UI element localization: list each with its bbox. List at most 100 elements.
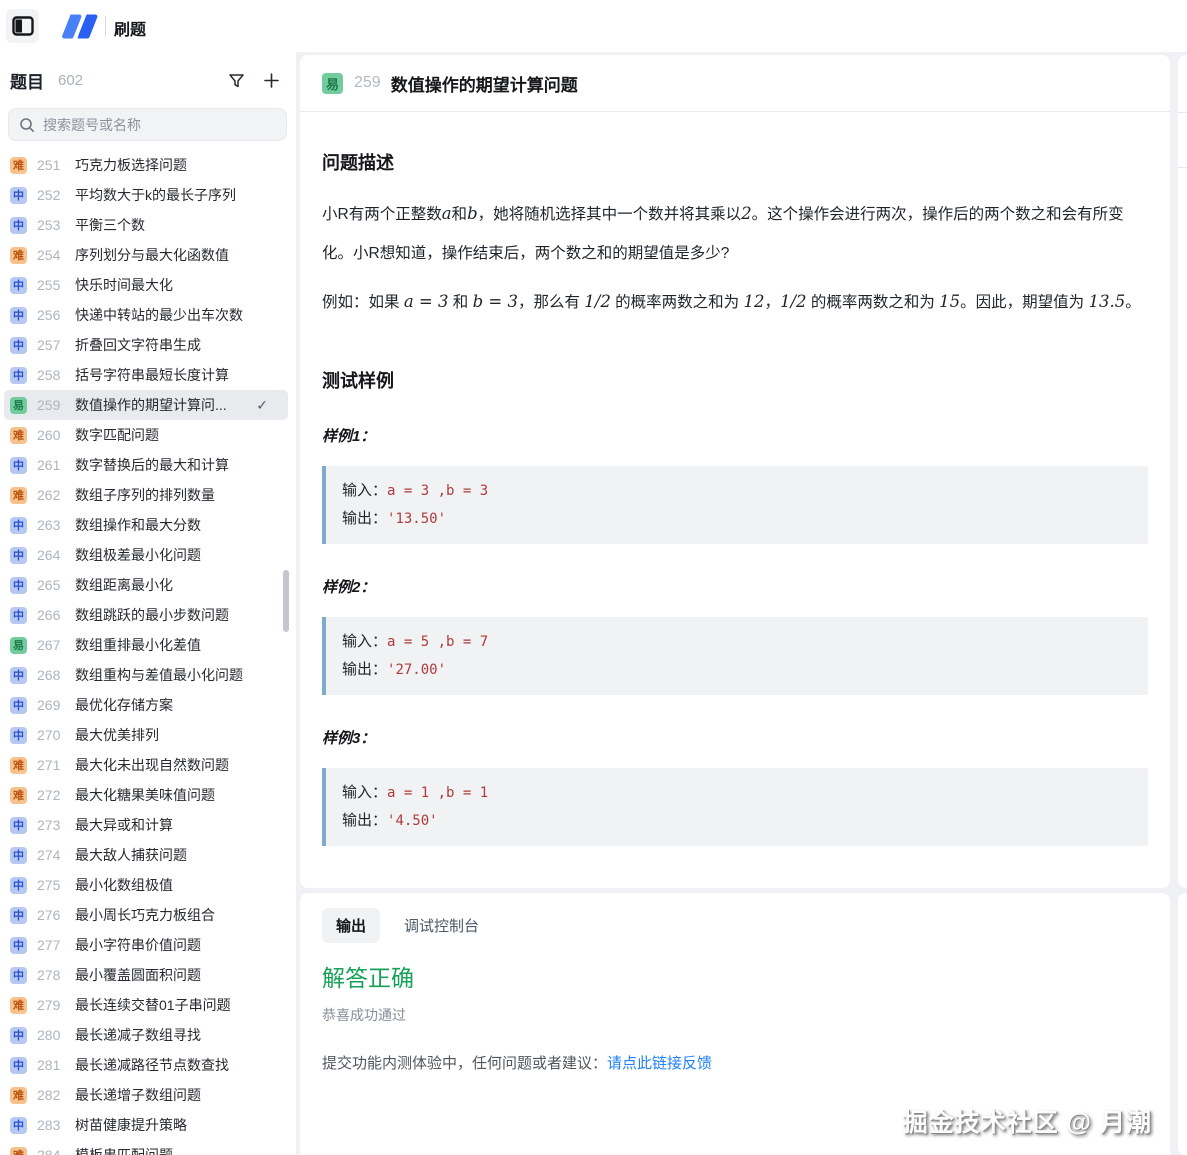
list-item[interactable]: 中264数组极差最小化问题 xyxy=(4,540,288,570)
input-label: 输入： xyxy=(342,633,387,650)
output-code: '27.00' xyxy=(387,662,446,678)
output-panel: 输出调试控制台 解答正确 恭喜成功通过 提交功能内测体验中，任何问题或者建议：请… xyxy=(300,893,1170,1155)
add-problem-button[interactable] xyxy=(259,68,284,93)
problem-title: 折叠回文字符串生成 xyxy=(75,335,201,355)
problem-title: 模板串匹配问题 xyxy=(75,1145,173,1155)
problem-title: 最长递减路径节点数查找 xyxy=(75,1055,229,1075)
input-label: 输入： xyxy=(342,482,387,499)
problem-paragraph-1: 小R有两个正整数a和b，她将随机选择其中一个数并将其乘以2。这个操作会进行两次，… xyxy=(322,194,1148,273)
problem-title: 数组重排最小化差值 xyxy=(75,635,201,655)
list-item[interactable]: 中276最小周长巧克力板组合 xyxy=(4,900,288,930)
problem-number: 262 xyxy=(37,487,67,503)
difficulty-badge: 中 xyxy=(10,1057,27,1074)
filter-button[interactable] xyxy=(224,68,249,93)
list-item[interactable]: 中269最优化存储方案 xyxy=(4,690,288,720)
list-item[interactable]: 中265数组距离最小化 xyxy=(4,570,288,600)
list-item[interactable]: 中257折叠回文字符串生成 xyxy=(4,330,288,360)
feedback-link[interactable]: 请点此链接反馈 xyxy=(607,1055,712,1072)
search-input[interactable] xyxy=(43,117,263,133)
sample-input-line: 输入：a = 1 ,b = 1 xyxy=(342,779,1132,807)
text-segment: 的概率两数之和为 xyxy=(611,294,744,311)
problem-title: 最小字符串价值问题 xyxy=(75,935,201,955)
problem-number: 279 xyxy=(37,997,67,1013)
list-item[interactable]: 中270最大优美排列 xyxy=(4,720,288,750)
list-item[interactable]: 中283树苗健康提升策略 xyxy=(4,1110,288,1140)
list-item[interactable]: 中256快递中转站的最少出车次数 xyxy=(4,300,288,330)
problem-title: 序列划分与最大化函数值 xyxy=(75,245,229,265)
problem-number: 260 xyxy=(37,427,67,443)
problem-title: 树苗健康提升策略 xyxy=(75,1115,187,1135)
problem-title: 平衡三个数 xyxy=(75,215,145,235)
text-segment: 小R有两个正整数 xyxy=(322,206,442,223)
text-segment: 。因此，期望值为 xyxy=(960,294,1088,311)
sidebar-toggle-button[interactable] xyxy=(6,9,39,43)
text-segment: ，那么有 xyxy=(518,294,584,311)
text-segment: ， xyxy=(764,294,780,311)
list-item[interactable]: 中261数字替换后的最大和计算 xyxy=(4,450,288,480)
difficulty-badge: 中 xyxy=(10,367,27,384)
result-title: 解答正确 xyxy=(322,959,1148,993)
difficulty-badge: 中 xyxy=(10,517,27,534)
list-item[interactable]: 难260数字匹配问题 xyxy=(4,420,288,450)
problem-number: 255 xyxy=(37,277,67,293)
list-item[interactable]: 中258括号字符串最短长度计算 xyxy=(4,360,288,390)
list-item[interactable]: 中278最小覆盖圆面积问题 xyxy=(4,960,288,990)
sidebar-scrollbar[interactable] xyxy=(283,570,289,632)
difficulty-badge: 中 xyxy=(10,667,27,684)
list-item[interactable]: 易267数组重排最小化差值 xyxy=(4,630,288,660)
sample-label: 样例3： xyxy=(322,727,1148,748)
list-item[interactable]: 难272最大化糖果美味值问题 xyxy=(4,780,288,810)
problem-number: 270 xyxy=(37,727,67,743)
math-segment: 1/2 xyxy=(584,292,611,311)
problem-title: 最小周长巧克力板组合 xyxy=(75,905,215,925)
list-item[interactable]: 中281最长递减路径节点数查找 xyxy=(4,1050,288,1080)
tab-debug-console[interactable]: 调试控制台 xyxy=(390,908,493,943)
list-item[interactable]: 中266数组跳跃的最小步数问题 xyxy=(4,600,288,630)
problem-number: 264 xyxy=(37,547,67,563)
result-subtitle: 恭喜成功通过 xyxy=(322,1005,1148,1025)
problem-number: 269 xyxy=(37,697,67,713)
problem-paragraph-2: 例如：如果 a = 3 和 b = 3，那么有 1/2 的概率两数之和为 12，… xyxy=(322,285,1148,319)
list-item[interactable]: 中274最大敌人捕获问题 xyxy=(4,840,288,870)
list-item[interactable]: 中252平均数大于k的最长子序列 xyxy=(4,180,288,210)
math-segment: 15 xyxy=(939,292,960,311)
marscode-logo-icon xyxy=(60,13,100,45)
list-item[interactable]: 中268数组重构与差值最小化问题 xyxy=(4,660,288,690)
problem-number: 277 xyxy=(37,937,67,953)
problem-number: 278 xyxy=(37,967,67,983)
list-item[interactable]: 难262数组子序列的排列数量 xyxy=(4,480,288,510)
output-label: 输出： xyxy=(342,510,387,527)
problem-title: 最大异或和计算 xyxy=(75,815,173,835)
sample-code-block: 输入：a = 1 ,b = 1输出：'4.50' xyxy=(322,768,1148,846)
output-code: '13.50' xyxy=(387,511,446,527)
list-item[interactable]: 难251巧克力板选择问题 xyxy=(4,150,288,180)
problem-number: 275 xyxy=(37,877,67,893)
list-item[interactable]: 难254序列划分与最大化函数值 xyxy=(4,240,288,270)
list-item[interactable]: 中263数组操作和最大分数 xyxy=(4,510,288,540)
list-item[interactable]: 中277最小字符串价值问题 xyxy=(4,930,288,960)
tab-output[interactable]: 输出 xyxy=(322,908,380,943)
problem-title: 最大敌人捕获问题 xyxy=(75,845,187,865)
list-item[interactable]: 中275最小化数组极值 xyxy=(4,870,288,900)
list-item[interactable]: 易259数值操作的期望计算问...✓ xyxy=(4,390,288,420)
problem-number: 253 xyxy=(37,217,67,233)
sample-code-block: 输入：a = 3 ,b = 3输出：'13.50' xyxy=(322,466,1148,544)
list-item[interactable]: 难271最大化未出现自然数问题 xyxy=(4,750,288,780)
list-item[interactable]: 中280最长递减子数组寻找 xyxy=(4,1020,288,1050)
problem-number: 282 xyxy=(37,1087,67,1103)
problem-number: 254 xyxy=(37,247,67,263)
math-segment: a xyxy=(442,204,452,223)
problem-number: 266 xyxy=(37,607,67,623)
list-item[interactable]: 难284模板串匹配问题 xyxy=(4,1140,288,1155)
list-item[interactable]: 难282最长递增子数组问题 xyxy=(4,1080,288,1110)
problem-number: 251 xyxy=(37,157,67,173)
difficulty-badge: 中 xyxy=(10,967,27,984)
difficulty-badge: 中 xyxy=(10,727,27,744)
list-item[interactable]: 中253平衡三个数 xyxy=(4,210,288,240)
list-item[interactable]: 难279最长连续交替01子串问题 xyxy=(4,990,288,1020)
input-code: a = 3 ,b = 3 xyxy=(387,483,488,499)
list-item[interactable]: 中255快乐时间最大化 xyxy=(4,270,288,300)
samples-heading: 测试样例 xyxy=(322,367,1148,393)
feedback-row: 提交功能内测体验中，任何问题或者建议：请点此链接反馈 xyxy=(322,1052,1148,1073)
list-item[interactable]: 中273最大异或和计算 xyxy=(4,810,288,840)
